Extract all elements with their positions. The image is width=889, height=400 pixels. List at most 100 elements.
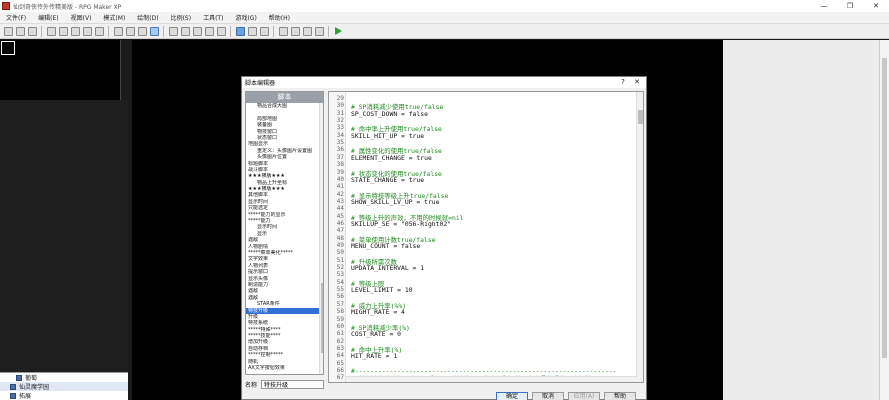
window-controls: — ❐ ✕ xyxy=(811,0,889,12)
map-icon xyxy=(16,374,22,381)
layer2-icon[interactable] xyxy=(125,26,135,36)
database-icon[interactable] xyxy=(278,26,288,36)
tileset-panel[interactable] xyxy=(0,40,121,100)
line-number: 36 xyxy=(336,146,344,154)
menu-file[interactable]: 文件(F) xyxy=(0,13,32,22)
pencil-icon[interactable] xyxy=(168,26,178,36)
menu-view[interactable]: 视图(V) xyxy=(65,13,98,22)
map-icon xyxy=(10,392,16,399)
map-vertical-scrollbar[interactable] xyxy=(879,40,889,400)
delete-icon[interactable] xyxy=(82,26,92,36)
map-tree-item[interactable]: 葡萄 xyxy=(0,373,128,382)
line-number: 54 xyxy=(336,278,344,286)
dialog-help-button[interactable]: ? xyxy=(616,78,630,87)
save-icon[interactable] xyxy=(27,26,37,36)
line-number: 41 xyxy=(336,183,344,191)
menu-tools[interactable]: 工具(T) xyxy=(197,13,229,22)
map-canvas-margin xyxy=(723,40,879,400)
map-tree: 葡萄 仙灵魔学园 拓展 xyxy=(0,372,128,400)
toolbar-divider xyxy=(230,25,231,37)
code-line: SKILLUP_SE = "056-Right02" xyxy=(351,219,452,228)
script-list-items: 物品合成大图 局部地图 装备图 物技窗口 状态窗口 地图显示 重定义：头像图片设置图 头像图片… xyxy=(246,103,323,374)
help-button[interactable]: 帮助 xyxy=(604,392,636,400)
code-line: SKILL_HIT_UP = true xyxy=(351,131,425,140)
cut-icon[interactable] xyxy=(46,26,56,36)
maximize-button[interactable]: ❐ xyxy=(837,0,863,12)
line-number: 43 xyxy=(336,197,344,205)
line-number: 38 xyxy=(336,161,344,169)
code-line: LEVEL_LIMIT = 10 xyxy=(351,286,413,295)
ellipse-icon[interactable] xyxy=(192,26,202,36)
select-icon[interactable] xyxy=(216,26,226,36)
open-project-icon[interactable] xyxy=(15,26,25,36)
line-number: 47 xyxy=(336,227,344,235)
map-icon xyxy=(10,383,16,390)
script-list-item[interactable] xyxy=(246,371,323,374)
code-horizontal-scrollbar[interactable] xyxy=(346,376,638,382)
dialog-close-button[interactable]: ✕ xyxy=(630,78,644,87)
menu-scale[interactable]: 比例(S) xyxy=(165,13,198,22)
code-editor[interactable]: 29 30 31 32 33 34 35 36 37 38 39 40 41 42 43 44 45 46 47 48… xyxy=(328,91,644,383)
layer1-icon[interactable] xyxy=(113,26,123,36)
minimize-button[interactable]: — xyxy=(811,0,837,12)
map-tree-item[interactable]: 拓展 xyxy=(0,391,128,400)
menu-help[interactable]: 帮助(H) xyxy=(263,13,296,22)
line-number: 46 xyxy=(336,219,344,227)
paste-icon[interactable] xyxy=(70,26,80,36)
ok-button[interactable]: 确定 xyxy=(496,392,528,400)
line-number: 31 xyxy=(336,109,344,117)
cancel-button[interactable]: 取消 xyxy=(532,392,564,400)
line-number: 55 xyxy=(336,286,344,294)
scrollbar-thumb[interactable] xyxy=(882,58,887,358)
zoom-1-icon[interactable] xyxy=(235,26,245,36)
line-number: 50 xyxy=(336,249,344,257)
play-test-icon[interactable] xyxy=(335,27,342,35)
sound-test-icon[interactable] xyxy=(314,26,324,36)
copy-icon[interactable] xyxy=(58,26,68,36)
line-number: 30 xyxy=(336,102,344,110)
zoom-2-icon[interactable] xyxy=(247,26,257,36)
rectangle-icon[interactable] xyxy=(180,26,190,36)
line-number: 59 xyxy=(336,315,344,323)
tile-selection-cursor xyxy=(1,41,15,55)
app-icon xyxy=(2,2,10,10)
tileset-panel-background xyxy=(0,100,128,372)
script-editor-icon[interactable] xyxy=(302,26,312,36)
line-number: 53 xyxy=(336,271,344,279)
layer3-icon[interactable] xyxy=(137,26,147,36)
code-line: MENU_COUNT = false xyxy=(351,242,421,250)
toolbar-divider xyxy=(163,25,164,37)
scrollbar-thumb[interactable] xyxy=(638,110,643,124)
script-list[interactable]: 脚本 物品合成大图 局部地图 装备图 物技窗口 状态窗口 地图显示 重定义：头像图片设置图头… xyxy=(245,91,324,375)
map-tree-item[interactable]: 仙灵魔学园 xyxy=(0,382,128,391)
line-number: 52 xyxy=(336,264,344,272)
line-number-gutter: 29 30 31 32 33 34 35 36 37 38 39 40 41 42 43 44 45 46 47 48… xyxy=(329,92,346,382)
materials-icon[interactable] xyxy=(290,26,300,36)
line-number: 64 xyxy=(336,352,344,360)
fill-icon[interactable] xyxy=(204,26,214,36)
new-project-icon[interactable] xyxy=(3,26,13,36)
script-list-scrollbar[interactable] xyxy=(319,103,323,374)
script-name-label: 名称 xyxy=(245,381,258,389)
menu-game[interactable]: 游戏(G) xyxy=(229,13,262,22)
menu-mode[interactable]: 模式(M) xyxy=(97,13,131,22)
scrollbar-thumb[interactable] xyxy=(321,283,323,353)
dialog-title: 脚本编辑器 xyxy=(245,80,276,87)
zoom-4-icon[interactable] xyxy=(259,26,269,36)
dialog-titlebar: 脚本编辑器 ? ✕ xyxy=(242,77,646,88)
line-number: 68 xyxy=(329,382,344,383)
line-number: 29 xyxy=(336,95,344,102)
apply-button[interactable]: 应用(A) xyxy=(568,392,600,400)
event-layer-icon[interactable] xyxy=(149,26,159,36)
code-vertical-scrollbar[interactable] xyxy=(636,92,643,382)
script-name-input[interactable] xyxy=(261,379,325,389)
close-button[interactable]: ✕ xyxy=(863,0,889,12)
code-line: UPDATA_INTERVAL = 1 xyxy=(351,264,425,273)
menu-bar: 文件(F) 编辑(E) 视图(V) 模式(M) 绘制(D) 比例(S) 工具(T… xyxy=(0,12,889,24)
line-number: 34 xyxy=(336,131,344,139)
line-number: 65 xyxy=(336,359,344,367)
code-line: MIGHT_RATE = 4 xyxy=(351,308,405,317)
menu-edit[interactable]: 编辑(E) xyxy=(32,13,64,22)
menu-draw[interactable]: 绘制(D) xyxy=(131,13,164,22)
undo-icon[interactable] xyxy=(94,26,104,36)
